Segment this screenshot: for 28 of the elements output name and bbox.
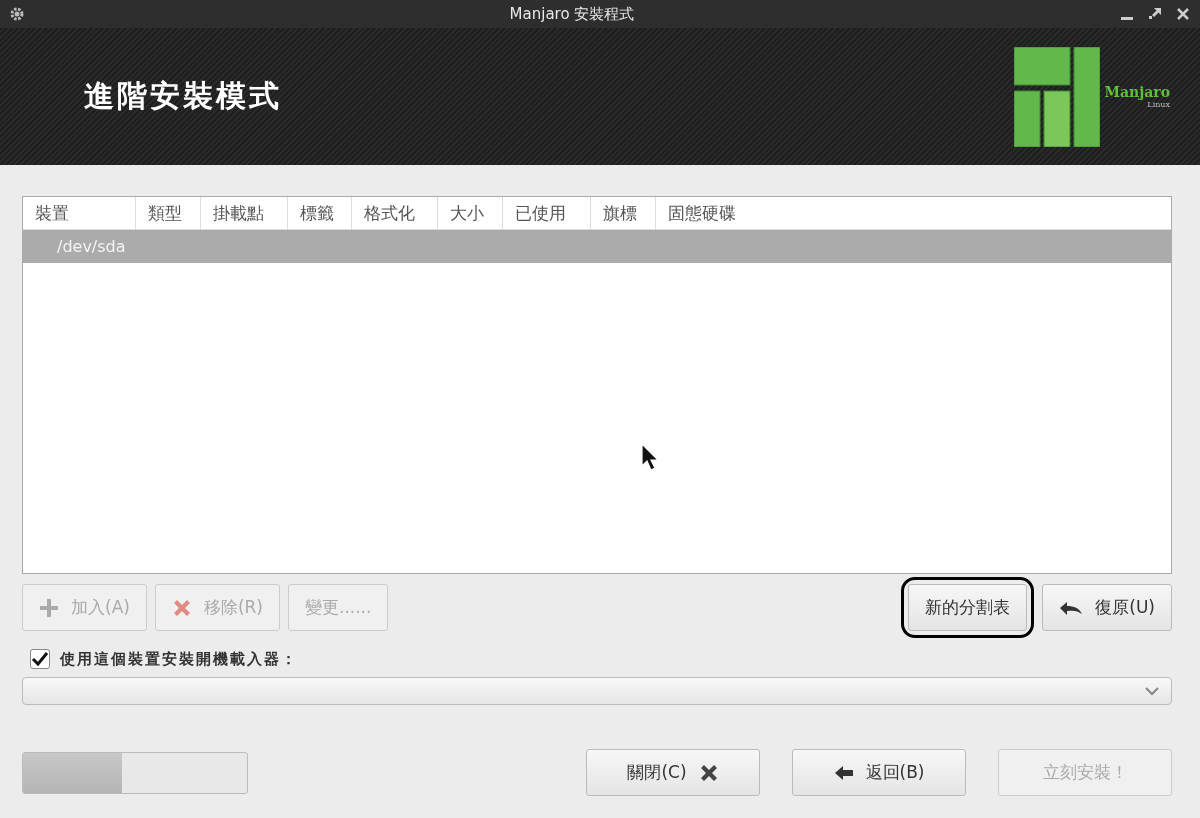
logo-subtext: Linux xyxy=(1147,100,1170,109)
action-button[interactable]: 返回(B) xyxy=(792,749,966,796)
close-icon[interactable] xyxy=(1176,7,1190,21)
logo-text: Manjaro xyxy=(1104,84,1170,100)
mouse-cursor-icon xyxy=(641,443,659,471)
plus-icon xyxy=(39,597,59,618)
column-header[interactable]: 類型 xyxy=(136,197,201,229)
column-header[interactable]: 固態硬碟 xyxy=(656,197,756,229)
column-header[interactable]: 裝置 xyxy=(23,197,136,229)
window-title: Manjaro 安裝程式 xyxy=(509,4,635,24)
logo-icon xyxy=(1014,46,1101,147)
left-arrow-icon xyxy=(833,764,854,781)
column-header[interactable]: 標籤 xyxy=(288,197,352,229)
page-title: 進階安裝模式 xyxy=(84,77,282,115)
action-button[interactable]: 關閉(C) xyxy=(586,749,760,796)
gear-icon[interactable] xyxy=(10,7,24,21)
column-header[interactable]: 格式化 xyxy=(352,197,438,229)
chevron-down-icon xyxy=(1145,686,1159,696)
maximize-icon[interactable] xyxy=(1148,7,1162,21)
column-header[interactable]: 旗標 xyxy=(591,197,656,229)
checkbox[interactable] xyxy=(30,649,50,669)
action-button[interactable]: 新的分割表 xyxy=(908,584,1028,631)
undo-arrow-icon xyxy=(1059,599,1084,616)
column-header[interactable]: 已使用 xyxy=(503,197,591,229)
column-header[interactable]: 掛載點 xyxy=(201,197,288,229)
checkbox-label: 使用這個裝置安裝開機載入器： xyxy=(60,649,298,669)
action-button[interactable]: 復原(U) xyxy=(1042,584,1172,631)
column-header[interactable]: 大小 xyxy=(438,197,503,229)
